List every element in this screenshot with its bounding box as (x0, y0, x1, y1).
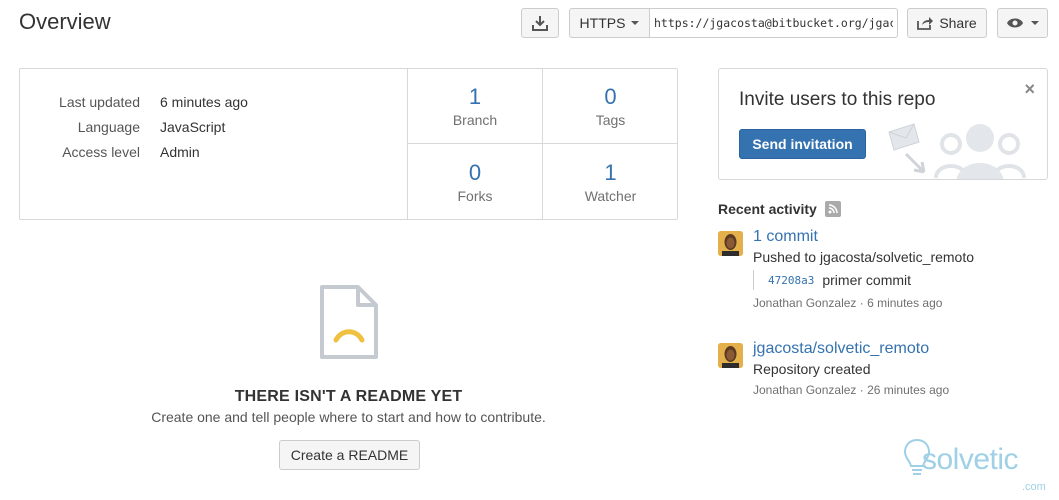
send-invitation-button[interactable]: Send invitation (739, 129, 866, 159)
stat-count: 0 (604, 84, 617, 109)
stat-count: 1 (604, 159, 617, 185)
stat-branches[interactable]: 1 Branch (407, 69, 542, 144)
invite-panel: Invite users to this repo × Send invitat… (718, 68, 1048, 180)
stat-watchers[interactable]: 1 Watcher (542, 144, 678, 219)
watch-dropdown[interactable] (997, 8, 1048, 38)
share-button[interactable]: Share (907, 8, 987, 38)
readme-subtitle: Create one and tell people where to star… (151, 409, 546, 425)
activity-body: 1 commit Pushed to jgacosta/solvetic_rem… (753, 228, 1053, 310)
stat-label: Branch (452, 112, 498, 128)
stat-label: Tags (595, 112, 626, 128)
sad-document-icon (319, 285, 378, 359)
info-value: Admin (160, 143, 200, 160)
activity-description: Pushed to jgacosta/solvetic_remoto (753, 249, 975, 265)
activity-description: Repository created (753, 361, 871, 377)
share-icon (917, 17, 934, 30)
download-icon (532, 16, 548, 31)
invite-title: Invite users to this repo (739, 89, 936, 110)
info-row-access-level: Access level Admin (20, 139, 408, 164)
clone-url-field[interactable] (649, 8, 898, 38)
repo-summary: Last updated 6 minutes ago Language Java… (19, 68, 678, 220)
avatar[interactable] (718, 231, 743, 256)
repository-link[interactable]: jgacosta/solvetic_remoto (753, 340, 1053, 358)
stat-label: Forks (457, 187, 493, 204)
eye-icon (1006, 18, 1023, 28)
chevron-down-icon (1030, 21, 1039, 25)
recent-activity-title: Recent activity (718, 201, 817, 217)
share-label: Share (939, 15, 977, 31)
commit-entry: 47208a3 primer commit (753, 270, 1053, 290)
create-readme-button[interactable]: Create a README (279, 440, 420, 470)
watermark-suffix: .com (1022, 481, 1046, 493)
rss-icon[interactable] (824, 201, 841, 217)
page-title: Overview (19, 9, 111, 34)
stat-forks[interactable]: 0 Forks (407, 144, 542, 219)
info-value: 6 minutes ago (160, 93, 248, 110)
activity-body: jgacosta/solvetic_remoto Repository crea… (753, 340, 1053, 397)
download-button[interactable] (521, 8, 559, 38)
readme-title: THERE ISN'T A README YET (234, 388, 463, 405)
stat-count: 0 (468, 159, 482, 185)
stat-tags[interactable]: 0 Tags (542, 69, 678, 144)
commit-message: primer commit (822, 272, 912, 288)
info-row-language: Language JavaScript (20, 114, 408, 139)
avatar[interactable] (718, 343, 743, 368)
info-label: Access level (62, 143, 140, 160)
solvetic-watermark: solvetic .com (898, 433, 1058, 497)
invite-users-illustration (888, 123, 1026, 179)
readme-empty-state: THERE ISN'T A README YET Create one and … (19, 285, 678, 425)
commit-count-link[interactable]: 1 commit (753, 228, 1053, 246)
info-row-last-updated: Last updated 6 minutes ago (20, 89, 408, 114)
recent-activity-header: Recent activity (718, 201, 841, 217)
stats-grid: 1 Branch 0 Tags 0 Forks 1 Watcher (407, 69, 678, 219)
close-icon[interactable]: × (1024, 79, 1035, 100)
repo-info: Last updated 6 minutes ago Language Java… (20, 89, 408, 164)
info-label: Language (77, 118, 140, 135)
clone-group: HTTPS (569, 8, 898, 38)
info-value: JavaScript (160, 118, 226, 135)
protocol-dropdown[interactable]: HTTPS (569, 8, 649, 38)
commit-hash-link[interactable]: 47208a3 (768, 274, 814, 287)
protocol-label: HTTPS (579, 15, 626, 31)
info-label: Last updated (59, 93, 140, 110)
watermark-text: solvetic (922, 443, 1019, 476)
chevron-down-icon (631, 21, 640, 25)
stat-count: 1 (468, 84, 482, 109)
stat-label: Watcher (584, 187, 637, 204)
activity-meta: Jonathan Gonzalez · 6 minutes ago (753, 296, 943, 310)
activity-meta: Jonathan Gonzalez · 26 minutes ago (753, 383, 950, 397)
